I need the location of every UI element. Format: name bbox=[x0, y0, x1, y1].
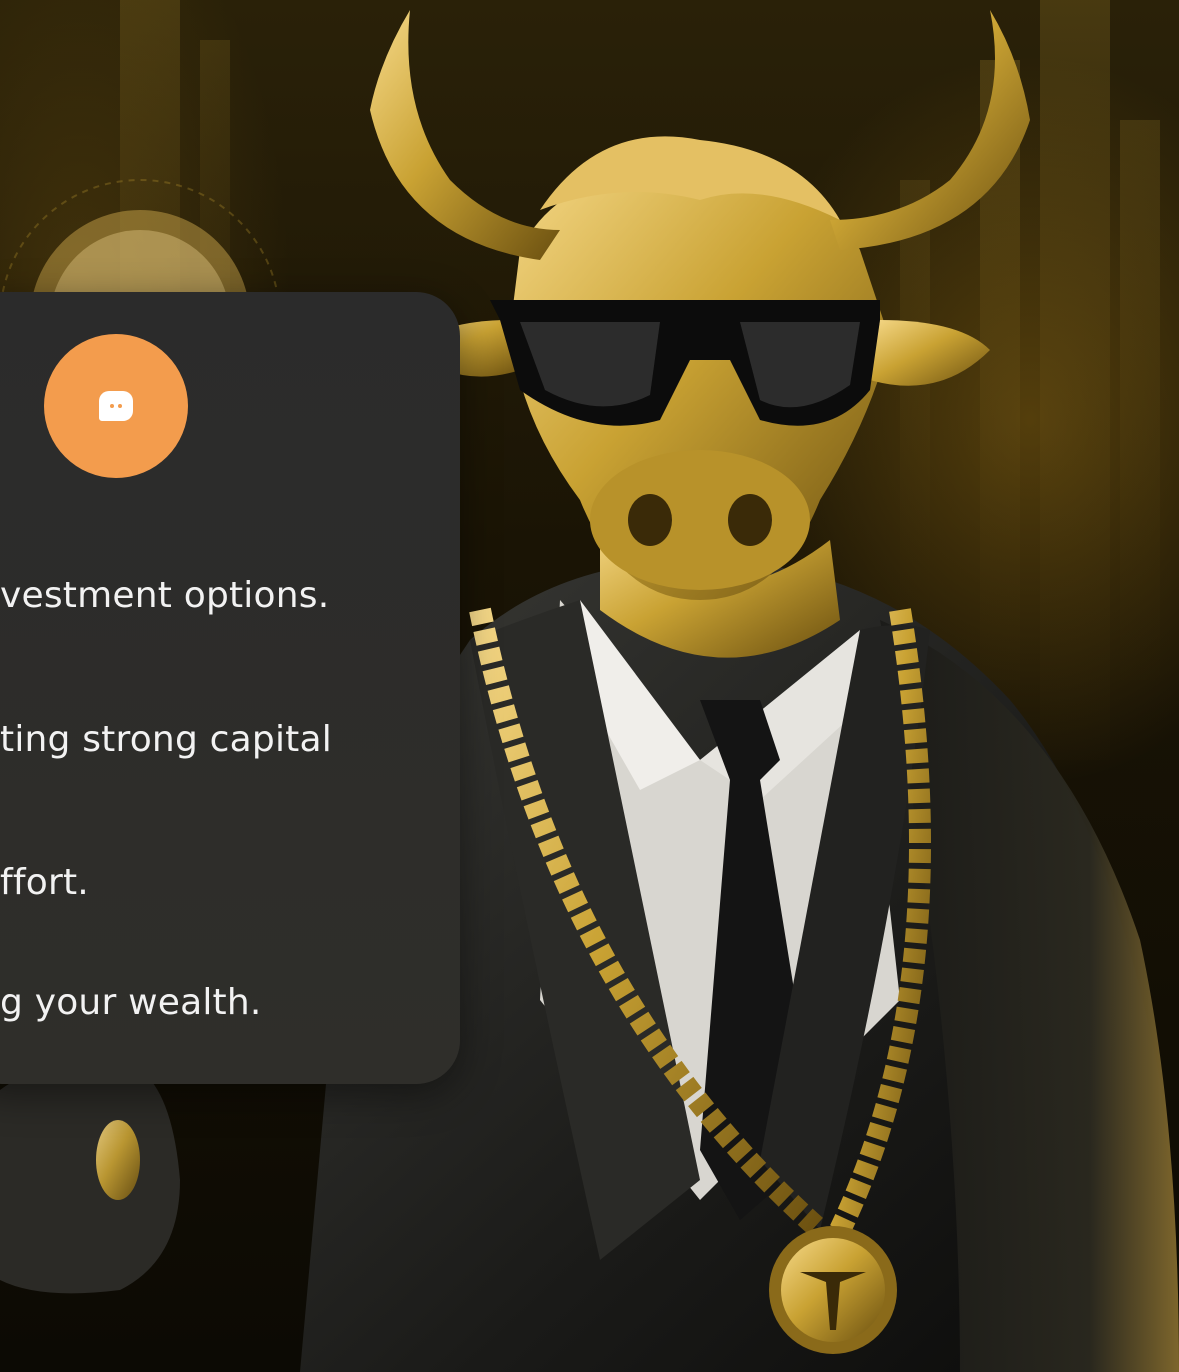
chat-bubble-icon bbox=[99, 391, 133, 421]
card-text-line-1: vestment options. bbox=[0, 575, 330, 616]
chat-button[interactable] bbox=[44, 334, 188, 478]
card-text-line-3: ffort. bbox=[0, 862, 89, 903]
card-text-line-4: g your wealth. bbox=[0, 982, 262, 1023]
card-text-line-2: ting strong capital bbox=[0, 719, 332, 760]
